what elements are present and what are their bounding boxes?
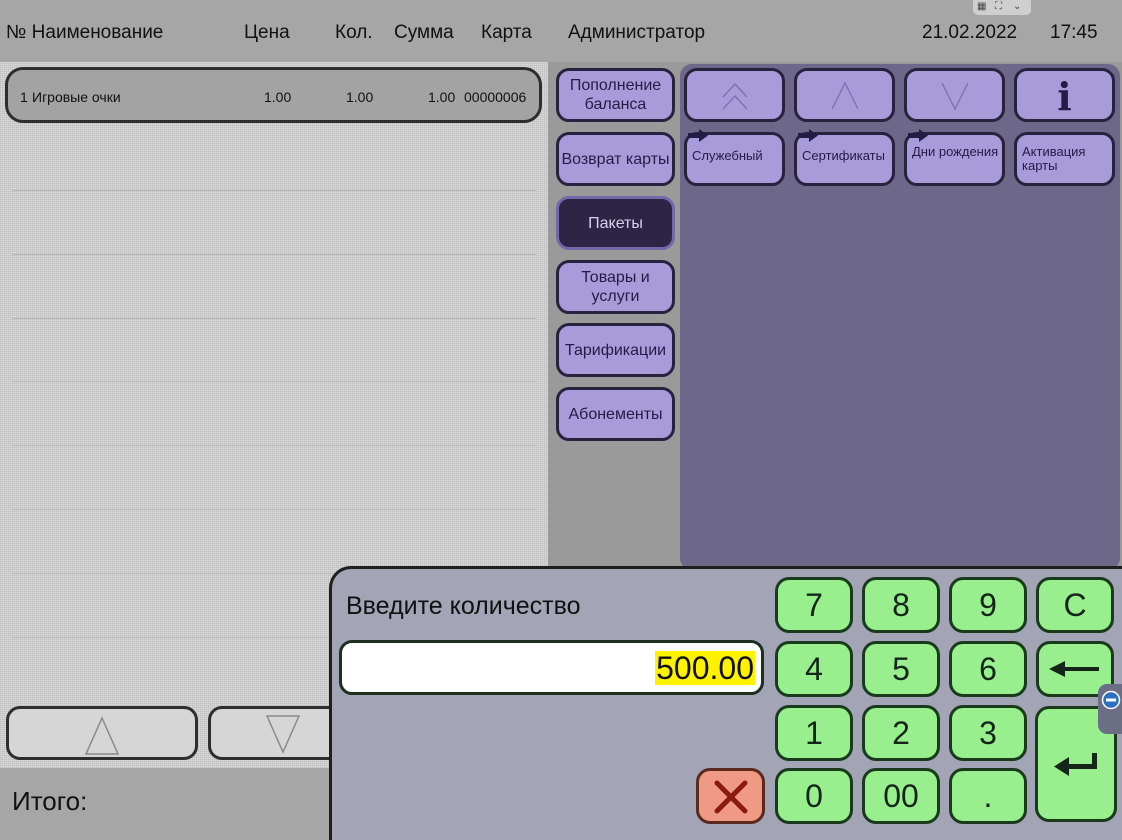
key-5[interactable]: 5 [862, 641, 940, 697]
tile-certificates[interactable]: Сертификаты [794, 129, 895, 186]
fullscreen-icon[interactable]: ⛶ [995, 1, 1002, 12]
tile-birthdays[interactable]: Дни рождения [904, 129, 1005, 186]
row-qty: 1.00 [346, 89, 374, 105]
tile-label: Активация карты [1022, 144, 1086, 173]
key-7[interactable]: 7 [775, 577, 853, 633]
column-header-qty: Кол. [335, 22, 373, 43]
arrow-right-icon [798, 129, 818, 142]
dialog-title: Введите количество [346, 592, 581, 620]
column-header-card: Карта [481, 22, 532, 43]
tile-label: Служебный [692, 148, 763, 163]
column-header-price: Цена [244, 22, 290, 43]
quantity-input[interactable]: 500.00 [339, 640, 764, 695]
row-sum: 1.00 [428, 89, 456, 105]
tile-label: Сертификаты [802, 148, 885, 163]
key-4[interactable]: 4 [775, 641, 853, 697]
clear-key[interactable]: C [1036, 577, 1114, 633]
remote-session-tab[interactable] [1098, 684, 1122, 734]
row-price: 1.00 [264, 89, 292, 105]
key-6[interactable]: 6 [949, 641, 1027, 697]
row-name: Игровые очки [32, 89, 121, 105]
cancel-button[interactable] [696, 768, 765, 824]
menu-button-top-up-balance[interactable]: Пополнение баланса [556, 68, 675, 122]
menu-button-goods-services[interactable]: Товары и услуги [556, 260, 675, 314]
tile-service[interactable]: Служебный [684, 129, 785, 186]
row-divider [12, 254, 536, 255]
status-header: Администратор 21.02.2022 17:45 [548, 0, 1122, 62]
row-divider [12, 318, 536, 319]
quantity-value: 500.00 [655, 650, 755, 686]
tile-label: Дни рождения [912, 144, 999, 159]
arrow-left-icon [1049, 661, 1099, 677]
remote-session-icon [1101, 690, 1121, 710]
menu-button-subscriptions[interactable]: Абонементы [556, 387, 675, 441]
triangle-down-outline-icon [265, 715, 301, 754]
row-divider [12, 190, 536, 191]
info-button[interactable]: i [1014, 68, 1115, 122]
row-card: 00000006 [464, 89, 527, 105]
arrow-right-icon [908, 129, 928, 142]
menu-button-packages[interactable]: Пакеты [556, 196, 675, 250]
catalog-up-button[interactable] [794, 68, 895, 122]
row-divider [12, 509, 536, 510]
tile-card-activation[interactable]: Активация карты [1014, 132, 1115, 186]
key-3[interactable]: 3 [949, 705, 1027, 761]
triangle-down-outline-icon [940, 82, 969, 111]
scroll-up-button[interactable] [6, 706, 198, 760]
close-icon [714, 780, 748, 814]
grid-icon[interactable]: ▦ [977, 1, 986, 12]
chevron-down-icon[interactable]: ⌄ [1013, 1, 1021, 12]
table-row[interactable]: 1 Игровые очки 1.00 1.00 1.00 00000006 [5, 67, 542, 123]
triangle-up-outline-icon [830, 81, 859, 110]
key-decimal[interactable]: . [949, 768, 1027, 824]
menu-button-tariffs[interactable]: Тарификации [556, 323, 675, 377]
current-time: 17:45 [1050, 22, 1098, 43]
triangle-up-outline-icon [84, 716, 120, 755]
column-header-sum: Сумма [394, 22, 454, 43]
key-1[interactable]: 1 [775, 705, 853, 761]
arrow-right-icon [688, 129, 708, 142]
total-label: Итого: [12, 786, 88, 816]
key-8[interactable]: 8 [862, 577, 940, 633]
key-00[interactable]: 00 [862, 768, 940, 824]
double-up-arrow-icon [722, 83, 747, 110]
user-name: Администратор [568, 22, 706, 43]
column-header-name: № Наименование [6, 22, 164, 43]
row-number: 1 [20, 89, 28, 105]
key-9[interactable]: 9 [949, 577, 1027, 633]
catalog-down-button[interactable] [904, 68, 1005, 122]
row-divider [12, 381, 536, 382]
current-date: 21.02.2022 [922, 22, 1018, 43]
key-0[interactable]: 0 [775, 768, 853, 824]
catalog-home-button[interactable] [684, 68, 785, 122]
row-divider [12, 445, 536, 446]
menu-button-return-card[interactable]: Возврат карты [556, 132, 675, 186]
info-icon: i [1057, 74, 1072, 119]
key-2[interactable]: 2 [862, 705, 940, 761]
window-controls[interactable]: ▦ ⛶ ⌄ [973, 0, 1031, 15]
enter-icon [1054, 753, 1097, 776]
order-table-header: № Наименование Цена Кол. Сумма Карта [0, 0, 548, 62]
